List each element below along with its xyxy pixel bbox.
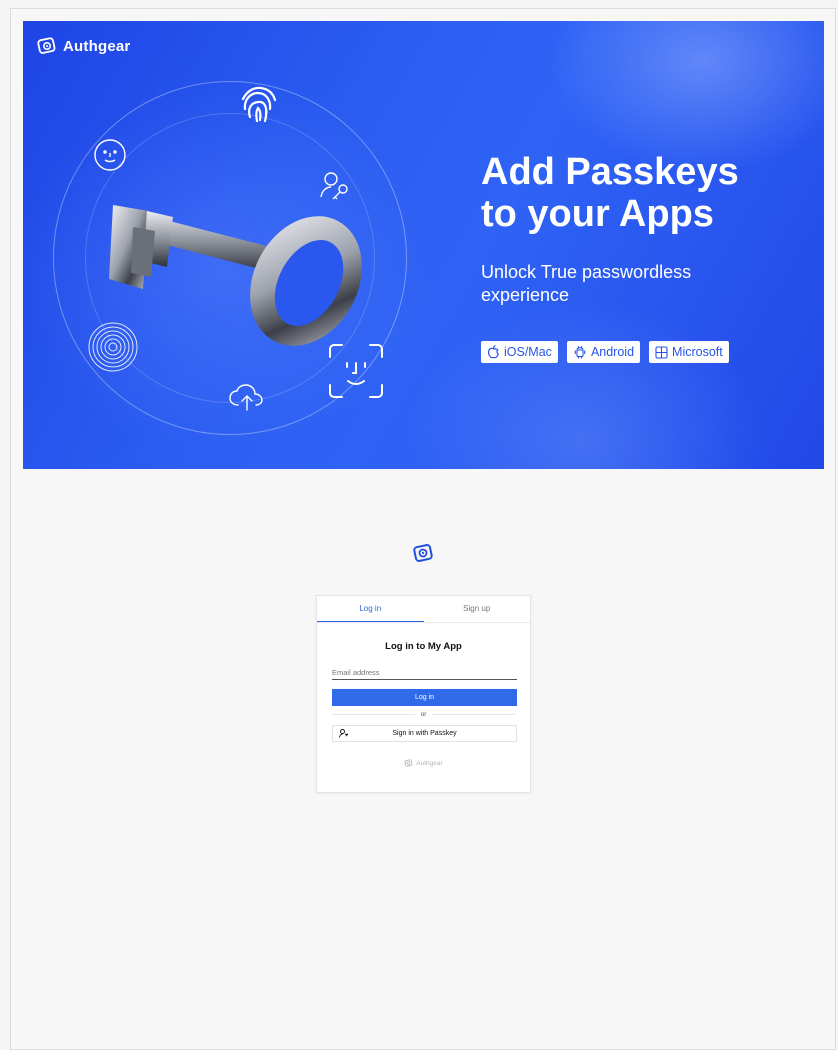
hero-subtitle-line-2: experience [481,285,570,305]
divider-text: or [420,711,427,718]
auth-tabs: Log in Sign up [317,596,530,623]
log-in-button[interactable]: Log in [332,689,517,706]
tab-sign-up[interactable]: Sign up [424,596,531,622]
hero-subtitle: Unlock True passwordless experience [481,261,801,307]
divider-line [332,714,415,715]
login-title: Log in to My App [385,641,462,652]
face-icon [94,139,126,171]
or-divider: or [332,711,515,718]
hero-subtitle-line-1: Unlock True passwordless [481,262,692,282]
android-icon [574,345,586,359]
email-field[interactable] [332,666,517,680]
footer-brand-name: Authgear [416,759,443,767]
hero-banner: Authgear Add Passkeys to your Apps Unloc… [23,21,824,469]
divider-line [432,714,515,715]
platform-badge-label: iOS/Mac [504,345,552,359]
authgear-logo-icon [37,37,56,54]
platform-badge-microsoft: Microsoft [649,341,729,363]
passkey-button-label: Sign in with Passkey [392,730,457,737]
brand-name: Authgear [63,37,131,55]
passkey-button[interactable]: Sign in with Passkey [332,725,517,742]
platform-badge-label: Microsoft [672,345,723,359]
passkey-icon [339,729,348,738]
hero-title-line-2: to your Apps [481,193,714,235]
key-illustration [109,205,362,346]
platform-badge-ios: iOS/Mac [481,341,558,363]
platform-badge-label: Android [590,345,635,359]
cloud-upload-icon [229,384,263,411]
platform-badges: iOS/Mac Android Microsoft [481,341,729,363]
login-card: Log in Sign up Log in to My App Log in o… [316,595,531,793]
apple-icon [487,345,500,359]
hero-title-line-1: Add Passkeys [481,151,739,193]
fingerprint-icon [241,86,277,123]
hero-title: Add Passkeys to your Apps [481,151,801,235]
platform-badge-android: Android [566,341,641,363]
tab-log-in[interactable]: Log in [317,596,424,622]
footer-brand: Authgear [317,759,530,767]
authgear-logo-icon [404,759,413,767]
brand-logo[interactable]: Authgear [37,37,130,55]
windows-icon [655,345,668,359]
authgear-logo-icon [413,544,433,562]
